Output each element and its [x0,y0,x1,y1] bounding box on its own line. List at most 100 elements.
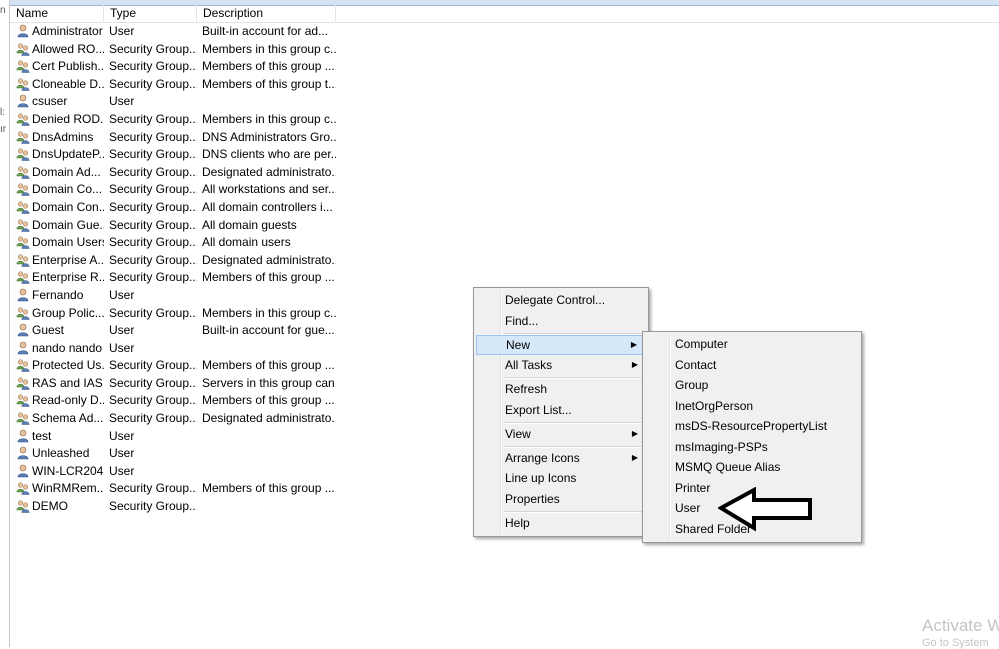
menu-item-view[interactable]: View ▶ [476,424,646,444]
column-header-type[interactable]: Type [104,5,197,22]
submenu-item-msimaging-psps[interactable]: msImaging-PSPs [645,437,859,457]
submenu-item-group[interactable]: Group [645,375,859,395]
item-name: csuser [32,94,68,109]
item-name: Fernando [32,287,84,302]
group-icon [16,412,30,425]
list-item[interactable]: Denied ROD... Security Group... Members in… [10,111,999,129]
item-description: Built-in account for ad... [202,24,329,38]
group-icon [16,236,30,249]
column-header-description[interactable]: Description [197,5,336,22]
user-icon [17,446,29,460]
submenu-item-msmq-queue-alias[interactable]: MSMQ Queue Alias [645,457,859,477]
menu-item-all-tasks-label: All Tasks [505,358,553,372]
list-header: Name Type Description [10,5,999,23]
list-item[interactable]: DnsAdmins Security Group... DNS Administra… [10,129,999,147]
list-item[interactable]: Domain Users Security Group... All domain … [10,234,999,252]
menu-item-refresh[interactable]: Refresh [476,379,646,399]
user-icon [17,288,29,302]
submenu-item-msds-resourcepropertylist[interactable]: msDS-ResourcePropertyList [645,416,859,436]
activation-watermark-sub: Go to System [922,637,989,649]
group-icon [16,166,30,179]
left-fragment: l: [0,107,5,118]
item-name: WIN-LCR204... [32,463,104,478]
user-icon [17,464,29,478]
item-description: All workstations and ser... [202,182,336,197]
item-name: Read-only D... [32,393,104,408]
item-type: Security Group... [109,499,197,514]
item-description: All domain guests [202,217,297,232]
item-type: Security Group... [109,129,197,144]
item-description: Servers in this group can... [202,375,336,390]
item-type: Security Group... [109,76,197,91]
menu-item-all-tasks[interactable]: All Tasks ▶ [476,355,646,375]
list-item[interactable]: Enterprise A... Security Group... Designat… [10,252,999,270]
list-item[interactable]: Domain Ad... Security Group... Designated … [10,164,999,182]
item-description: Designated administrato... [202,252,336,267]
list-item[interactable]: Domain Gue... Security Group... All domain… [10,217,999,235]
item-type: Security Group... [109,305,197,320]
group-icon [16,394,30,408]
submenu-arrow-icon: ▶ [631,429,638,438]
item-type: User [109,340,135,355]
item-description: Members of this group ... [202,59,335,74]
item-name: DnsUpdateP... [32,147,104,162]
item-type: User [109,446,135,461]
group-icon [16,201,30,214]
group-icon [16,60,30,73]
submenu-item-contact[interactable]: Contact [645,355,859,375]
menu-item-help[interactable]: Help [476,513,646,533]
menu-item-delegate-control[interactable]: Delegate Control... [476,290,646,310]
item-name: Cert Publish... [32,59,104,74]
item-type: Security Group... [109,182,197,197]
activation-watermark: Activate W [922,616,999,635]
item-name: Domain Users [32,235,104,250]
item-name: Allowed RO... [32,41,104,56]
list-item[interactable]: Enterprise R... Security Group... Members … [10,269,999,287]
item-description: All domain users [202,235,291,250]
list-item[interactable]: Administrator User Built-in account for ad… [10,23,999,41]
item-description: Members of this group t... [202,76,336,91]
group-icon [16,377,30,390]
user-icon [17,341,29,354]
list-item[interactable]: Domain Con... Security Group... All domain… [10,199,999,217]
item-description: DNS clients who are per... [202,147,336,162]
item-name: Guest [32,323,65,338]
submenu-item-inetorgperson[interactable]: InetOrgPerson [645,396,859,416]
list-item[interactable]: Cert Publish... Security Group... Members … [10,58,999,76]
item-name: Enterprise A... [32,252,104,267]
list-item[interactable]: Domain Co... Security Group... All worksta… [10,181,999,199]
group-icon [16,359,30,373]
list-item[interactable]: Cloneable D... Security Group... Members o… [10,76,999,94]
item-type: Security Group... [109,217,197,232]
list-item[interactable]: Allowed RO... Security Group... Members in… [10,41,999,59]
menu-item-find[interactable]: Find... [476,311,646,331]
item-description: Members of this group ... [202,481,335,496]
group-icon [16,218,30,232]
left-fragment: n [0,5,6,16]
column-header-name[interactable]: Name [10,5,104,22]
item-type: Security Group... [109,252,197,267]
item-type: User [109,94,135,109]
submenu-item-computer[interactable]: Computer [645,334,859,354]
item-type: Security Group... [109,358,197,373]
item-type: User [109,323,135,338]
item-name: Domain Con... [32,199,104,214]
menu-item-line-up-icons[interactable]: Line up Icons [476,468,646,488]
menu-item-arrange-icons[interactable]: Arrange Icons ▶ [476,448,646,468]
left-pane-edge: n l: ır [0,0,10,647]
group-icon [16,306,30,320]
list-item[interactable]: csuser User [10,93,999,111]
submenu-arrow-icon: ▶ [630,340,637,349]
group-icon [16,78,30,91]
item-type: Security Group... [109,393,197,408]
menu-item-export-list[interactable]: Export List... [476,400,646,420]
group-icon [16,500,30,513]
item-type: User [109,287,135,302]
list-item[interactable]: DnsUpdateP... Security Group... DNS client… [10,146,999,164]
menu-item-new[interactable]: New ▶ [476,335,646,355]
group-icon [16,113,30,126]
item-type: Security Group... [109,481,197,496]
menu-item-properties[interactable]: Properties [476,489,646,509]
item-name: WinRMRem... [32,481,104,496]
item-type: Security Group... [109,41,197,56]
